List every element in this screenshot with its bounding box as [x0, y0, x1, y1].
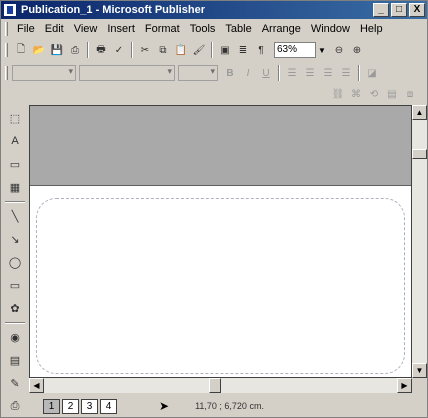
document-workspace[interactable] [29, 105, 412, 378]
wordart-icon[interactable]: ▭ [5, 154, 25, 174]
menu-tools[interactable]: Tools [185, 23, 221, 35]
fill-color-icon[interactable]: ◪ [363, 64, 381, 82]
link-icon[interactable]: ⛓ [329, 85, 347, 103]
group-icon[interactable]: ▤ [383, 85, 401, 103]
zoom-dropdown-icon[interactable]: ▼ [318, 46, 326, 55]
font-select[interactable] [79, 65, 175, 81]
scratch-area [30, 106, 411, 186]
toolbar-separator [131, 42, 133, 58]
cursor-coordinates: 11,70 ; 6,720 cm. [195, 401, 264, 411]
copy-icon[interactable]: ⧉ [154, 41, 172, 59]
special-characters-icon[interactable]: ▣ [216, 41, 234, 59]
formatting-toolbar: B I U ☰ ☰ ☰ ☰ ◪ [1, 62, 427, 84]
line-icon[interactable]: ╲ [5, 206, 25, 226]
page-margin-guide [36, 198, 405, 374]
format-painter-icon[interactable]: 🖌 [190, 41, 208, 59]
menu-help[interactable]: Help [355, 23, 388, 35]
vertical-scrollbar[interactable]: ▲ ▼ [412, 105, 427, 378]
wrap-icon[interactable]: ⌘ [347, 85, 365, 103]
cut-icon[interactable]: ✂ [136, 41, 154, 59]
publish-icon[interactable]: ⎙ [66, 41, 84, 59]
horizontal-scrollbar[interactable]: ◀ ▶ [29, 378, 412, 393]
print-icon[interactable]: 🖶 [92, 41, 110, 59]
toolbar-separator [87, 42, 89, 58]
toolbar-separator [358, 65, 360, 81]
toolbar-separator [5, 322, 25, 324]
page-tab-4[interactable]: 4 [100, 398, 117, 414]
text-frame-icon[interactable]: A [5, 131, 25, 151]
save-icon[interactable]: 💾 [48, 41, 66, 59]
bold-icon[interactable]: B [221, 64, 239, 82]
publisher-window: Publication_1 - Microsoft Publisher _ □ … [0, 0, 428, 418]
spell-check-icon[interactable]: ✓ [110, 41, 128, 59]
horizontal-scroll-thumb[interactable] [209, 378, 221, 393]
page-tab-2[interactable]: 2 [62, 398, 79, 414]
vertical-scroll-thumb[interactable] [412, 149, 427, 159]
title-bar[interactable]: Publication_1 - Microsoft Publisher _ □ … [1, 1, 427, 19]
menu-window[interactable]: Window [306, 23, 355, 35]
toolbar-separator [211, 42, 213, 58]
menu-table[interactable]: Table [220, 23, 256, 35]
close-button[interactable]: X [409, 3, 425, 17]
html-code-icon[interactable]: ✎ [5, 373, 25, 393]
picture-frame-icon[interactable]: ▦ [5, 177, 25, 197]
scroll-right-icon[interactable]: ▶ [397, 378, 412, 393]
rotate-icon[interactable]: ⟲ [365, 85, 383, 103]
arrange-icon[interactable]: ⧈ [401, 85, 419, 103]
style-select[interactable] [12, 65, 76, 81]
custom-shapes-icon[interactable]: ✿ [5, 298, 25, 318]
zoom-in-icon[interactable]: ⊕ [348, 41, 366, 59]
pointer-icon[interactable]: ⬚ [5, 108, 25, 128]
oval-icon[interactable]: ◯ [5, 252, 25, 272]
minimize-button[interactable]: _ [373, 3, 389, 17]
form-control-icon[interactable]: ▤ [5, 350, 25, 370]
menu-bar: File Edit View Insert Format Tools Table… [1, 20, 427, 38]
window-title: Publication_1 - Microsoft Publisher [21, 4, 205, 16]
toolbar-separator [278, 65, 280, 81]
columns-icon[interactable]: ≣ [234, 41, 252, 59]
page-navigator: 1 2 3 4 [43, 398, 119, 414]
status-bar: 1 2 3 4 ➤ 11,70 ; 6,720 cm. [1, 395, 427, 417]
paragraph-marks-icon[interactable]: ¶ [252, 41, 270, 59]
toolbar-grip-handle[interactable] [5, 43, 8, 57]
align-center-icon[interactable]: ☰ [301, 64, 319, 82]
italic-icon[interactable]: I [239, 64, 257, 82]
scroll-left-icon[interactable]: ◀ [29, 378, 44, 393]
maximize-button[interactable]: □ [391, 3, 407, 17]
align-left-icon[interactable]: ☰ [283, 64, 301, 82]
standard-toolbar: 🗋 📂 💾 ⎙ 🖶 ✓ ✂ ⧉ 📋 🖌 ▣ ≣ ¶ 63% ▼ ⊖ ⊕ [1, 39, 427, 61]
paste-icon[interactable]: 📋 [172, 41, 190, 59]
toolbar-separator [5, 201, 25, 203]
menu-grip-handle[interactable] [5, 22, 8, 36]
scroll-down-icon[interactable]: ▼ [412, 363, 427, 378]
rectangle-icon[interactable]: ▭ [5, 275, 25, 295]
open-icon[interactable]: 📂 [30, 41, 48, 59]
menu-view[interactable]: View [69, 23, 103, 35]
publisher-app-icon[interactable] [3, 3, 17, 17]
mouse-pointer-icon: ➤ [159, 399, 170, 413]
new-icon[interactable]: 🗋 [12, 41, 30, 59]
object-toolbar: ⛓ ⌘ ⟲ ▤ ⧈ [1, 85, 427, 103]
align-right-icon[interactable]: ☰ [319, 64, 337, 82]
justify-icon[interactable]: ☰ [337, 64, 355, 82]
underline-icon[interactable]: U [257, 64, 275, 82]
scroll-up-icon[interactable]: ▲ [412, 105, 427, 120]
toolbar-grip-handle[interactable] [5, 66, 8, 80]
menu-insert[interactable]: Insert [102, 23, 140, 35]
size-select[interactable] [178, 65, 218, 81]
page-tab-1[interactable]: 1 [43, 398, 60, 414]
page-tab-3[interactable]: 3 [81, 398, 98, 414]
menu-format[interactable]: Format [140, 23, 185, 35]
objects-toolbar: ⬚ A ▭ ▦ ╲ ↘ ◯ ▭ ✿ ◉ ▤ ✎ ⎙ [3, 105, 29, 412]
zoom-input[interactable]: 63% [274, 42, 316, 58]
menu-edit[interactable]: Edit [40, 23, 69, 35]
menu-file[interactable]: File [12, 23, 40, 35]
menu-arrange[interactable]: Arrange [257, 23, 306, 35]
arrow-icon[interactable]: ↘ [5, 229, 25, 249]
window-controls: _ □ X [373, 3, 425, 17]
zoom-out-icon[interactable]: ⊖ [330, 41, 348, 59]
hotspot-icon[interactable]: ◉ [5, 327, 25, 347]
